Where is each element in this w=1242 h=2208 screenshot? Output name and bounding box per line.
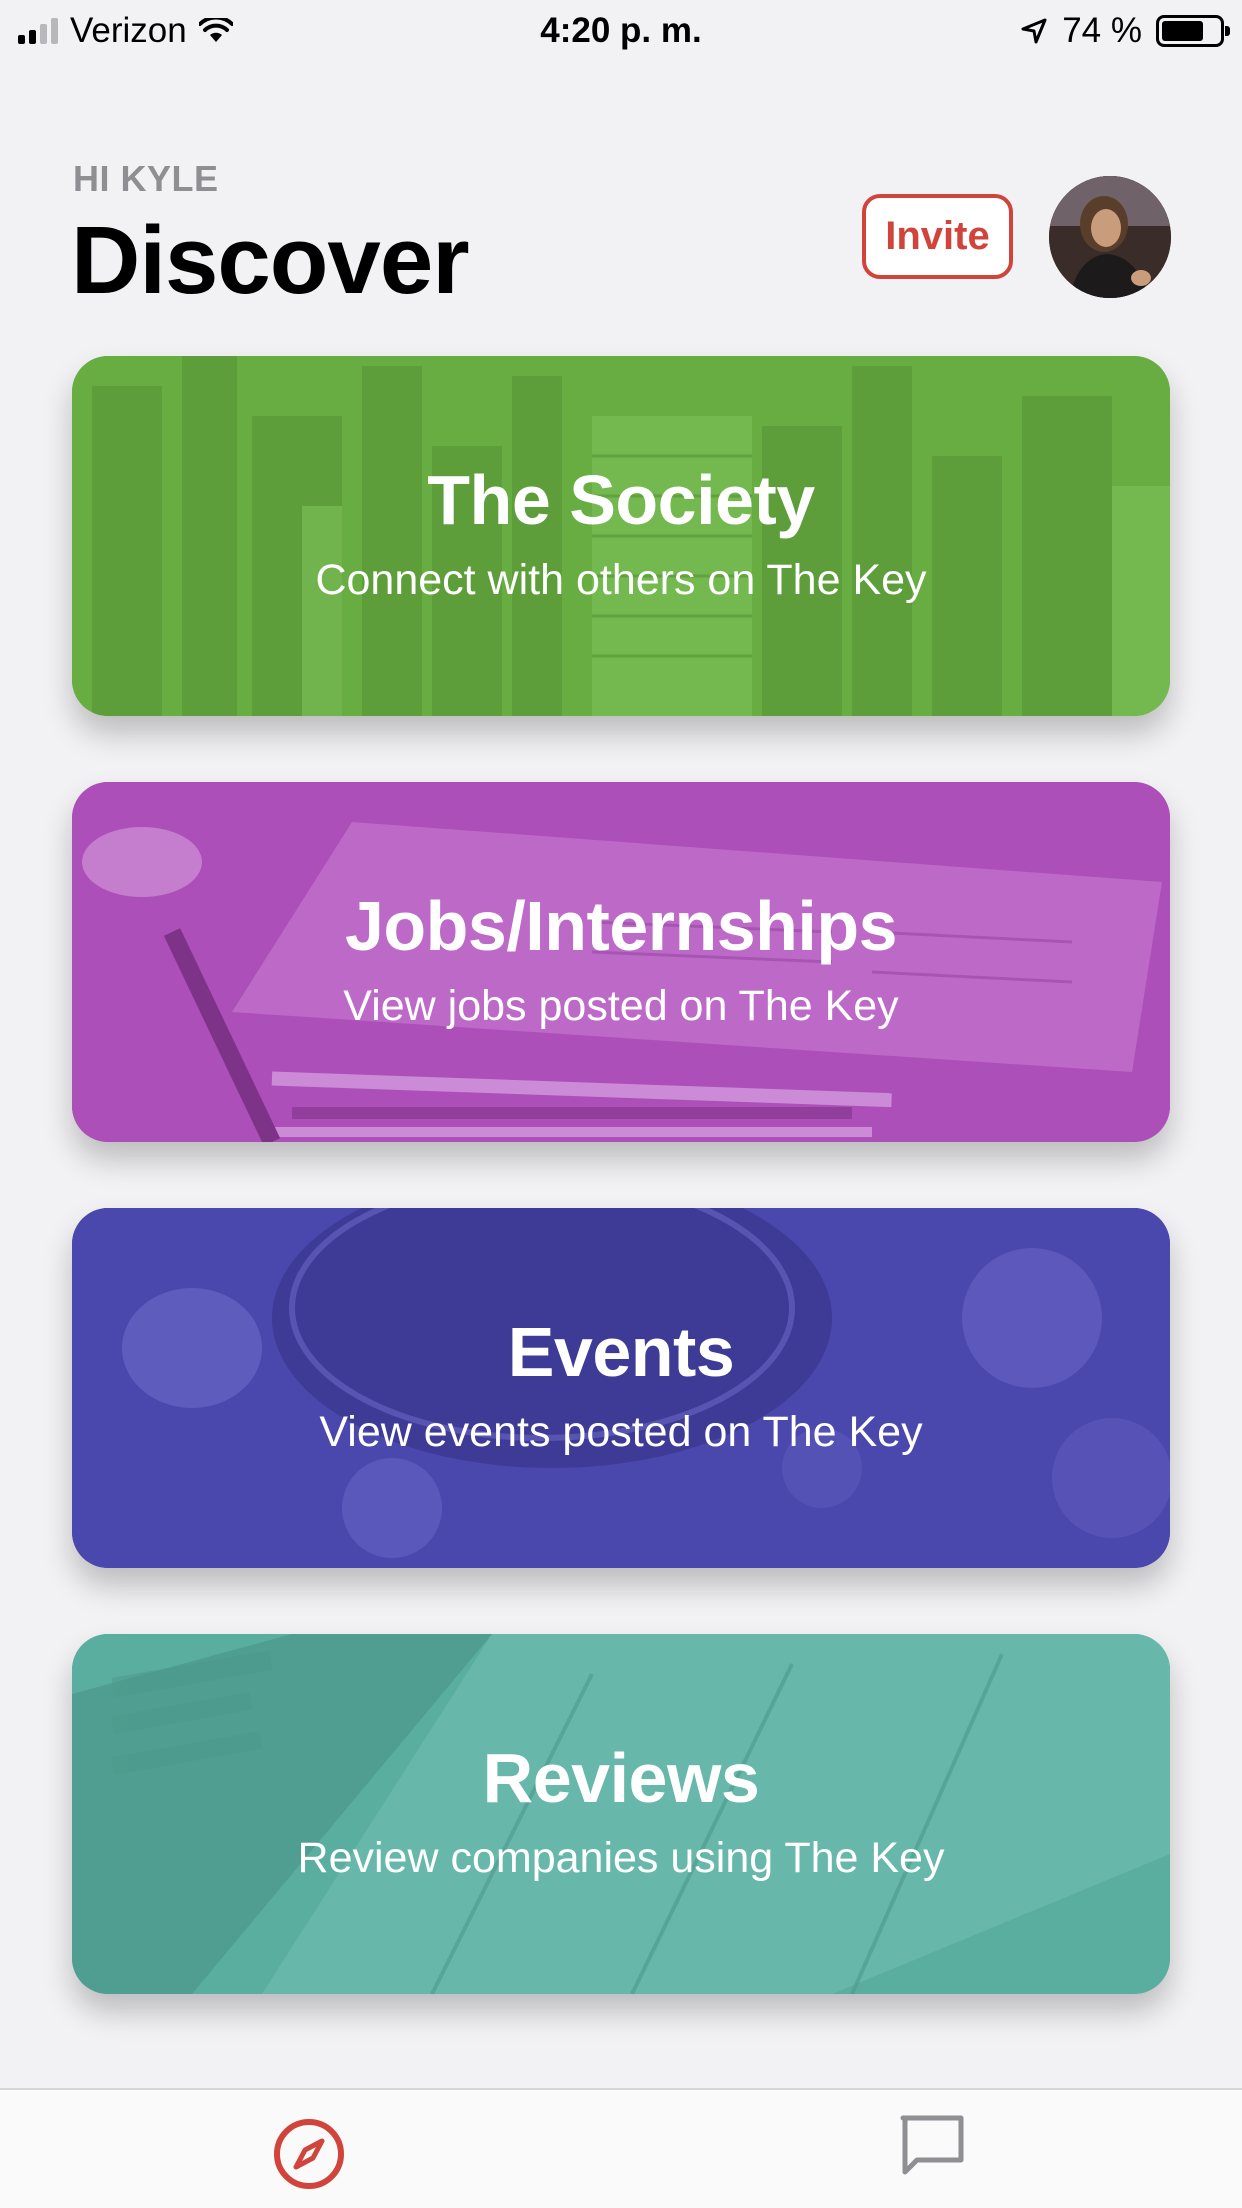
battery-percent: 74 % [1062,11,1142,50]
card-reviews[interactable]: Reviews Review companies using The Key [72,1634,1170,1994]
card-title: Reviews [482,1738,760,1817]
card-title: The Society [427,460,815,539]
card-title: Jobs/Internships [344,886,898,965]
card-events[interactable]: Events View events posted on The Key [72,1208,1170,1568]
invite-button[interactable]: Invite [862,194,1013,279]
carrier-label: Verizon [70,11,187,50]
battery-fill [1162,21,1204,41]
page-title: Discover [71,207,470,314]
battery-icon [1156,15,1230,47]
card-jobs-internships[interactable]: Jobs/Internships View jobs posted on The… [72,782,1170,1142]
chat-bubble-icon[interactable] [897,2112,967,2182]
cellular-signal-icon [18,18,58,44]
wifi-icon [198,18,233,42]
card-subtitle: Connect with others on The Key [315,555,927,604]
card-the-society[interactable]: The Society Connect with others on The K… [72,356,1170,716]
status-left: Verizon [18,11,233,51]
card-subtitle: Review companies using The Key [297,1833,945,1882]
avatar-image [1049,176,1171,298]
location-arrow-icon [1021,18,1047,44]
compass-icon[interactable] [272,2117,346,2191]
card-subtitle: View jobs posted on The Key [343,981,899,1030]
card-title: Events [507,1312,735,1391]
greeting: HI KYLE [73,158,219,199]
status-right: 74 % [1020,11,1230,51]
avatar[interactable] [1049,176,1171,298]
tab-bar [0,2088,1242,2208]
card-subtitle: View events posted on The Key [319,1407,923,1456]
status-bar: Verizon 4:20 p. m. 74 % [0,0,1242,62]
